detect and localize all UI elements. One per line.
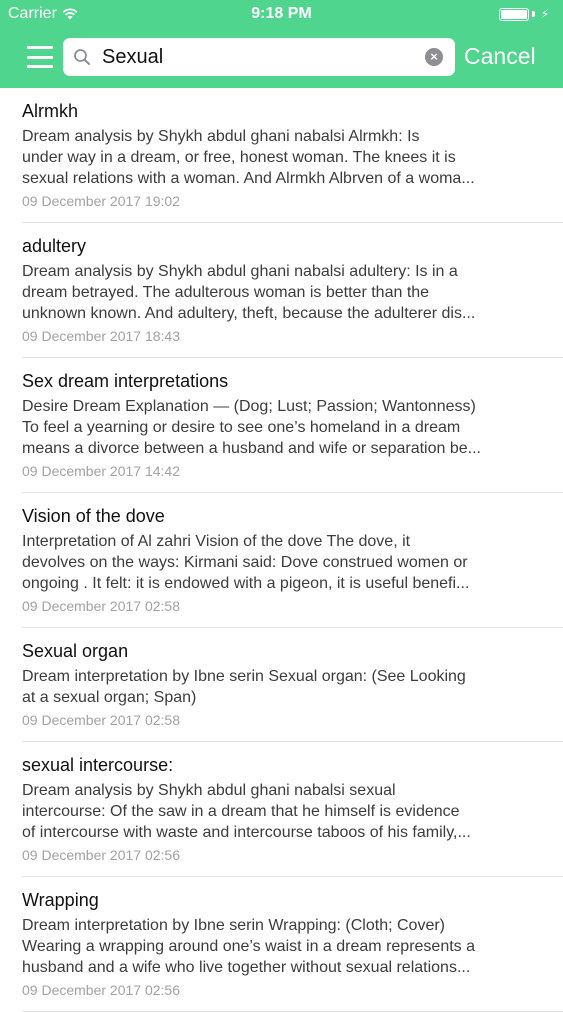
list-item[interactable]: Alrmkh Dream analysis by Shykh abdul ghan… [0,88,563,223]
item-date: 09 December 2017 19:02 [22,193,180,209]
charging-bolt-icon: ⚡ [540,7,549,21]
snippet-line: Wearing a wrapping around one’s waist in… [22,938,475,955]
snippet-line: To feel a yearning or desire to see one’… [22,419,461,436]
item-snippet: Interpretation of Al zahri Vision of the… [22,531,563,594]
snippet-line: unknown known. And adultery, theft, beca… [22,305,476,322]
cancel-button[interactable]: Cancel [464,43,536,70]
snippet-line: means a divorce between a husband and wi… [22,440,481,457]
list-item-content: Alrmkh Dream analysis by Shykh abdul ghan… [22,88,563,223]
snippet-line: Dream analysis by Shykh abdul ghani naba… [22,782,396,799]
snippet-line: Dream analysis by Shykh abdul ghani naba… [22,128,420,145]
snippet-line: dream betrayed. The adulterous woman is … [22,284,430,301]
item-date: 09 December 2017 02:58 [22,712,180,728]
battery-fill [500,9,527,19]
item-title: Wrapping [22,890,99,910]
hamburger-menu-icon[interactable] [27,46,53,68]
item-snippet: Dream analysis by Shykh abdul ghani naba… [22,261,563,324]
battery-icon [498,7,529,21]
snippet-line: Dream analysis by Shykh abdul ghani naba… [22,263,458,280]
list-item-content: Sex dream interpretations Desire Dream Ex… [22,358,563,493]
snippet-line: sexual relations with a woman. And Alrmk… [22,170,475,187]
list-item-content: adultery Dream analysis by Shykh abdul gh… [22,223,563,358]
snippet-line: under way in a dream, or free, honest wo… [22,149,456,166]
list-item[interactable]: Sex dream interpretations Desire Dream Ex… [0,358,563,493]
clear-search-icon[interactable]: × [425,48,443,66]
snippet-line: Dream interpretation by Ibne serin Wrapp… [22,917,445,934]
snippet-line: of intercourse with waste and intercours… [22,824,471,841]
search-input[interactable] [102,38,402,76]
results-list: Alrmkh Dream analysis by Shykh abdul ghan… [0,88,563,1012]
list-item[interactable]: Sexual organ Dream interpretation by Ibne… [0,628,563,742]
item-title: Sex dream interpretations [22,371,229,391]
item-snippet: Dream interpretation by Ibne serin Wrapp… [22,915,563,978]
item-title: Sexual organ [22,641,129,661]
search-icon [74,49,90,65]
item-title: sexual intercourse: [22,755,174,775]
item-title: adultery [22,236,87,256]
item-snippet: Dream analysis by Shykh abdul ghani naba… [22,126,563,189]
snippet-line: ongoing . It felt: it is endowed with a … [22,575,470,592]
item-title: Vision of the dove [22,506,165,526]
list-item[interactable]: adultery Dream analysis by Shykh abdul gh… [0,223,563,358]
list-item[interactable]: Wrapping Dream interpretation by Ibne ser… [0,877,563,1012]
item-date: 09 December 2017 18:43 [22,328,180,344]
header: Carrier 9:18 PM ⚡ × C [0,0,563,88]
snippet-line: at a sexual organ; Span) [22,689,197,706]
list-item-content: Vision of the dove Interpretation of Al z… [22,493,563,628]
item-date: 09 December 2017 02:56 [22,847,180,863]
snippet-line: husband and a wife who live together wit… [22,959,471,976]
list-item-content: sexual intercourse: Dream analysis by Shy… [22,742,563,877]
battery-indicator: ⚡ [498,7,549,21]
item-date: 09 December 2017 02:58 [22,598,180,614]
item-date: 09 December 2017 14:42 [22,463,180,479]
item-title: Alrmkh [22,101,79,121]
snippet-line: devolves on the ways: Kirmani said: Dove… [22,554,468,571]
item-date: 09 December 2017 02:56 [22,982,180,998]
snippet-line: intercourse: Of the saw in a dream that … [22,803,460,820]
list-item-content: Wrapping Dream interpretation by Ibne ser… [22,877,563,1012]
item-snippet: Dream analysis by Shykh abdul ghani naba… [22,780,563,843]
clock: 9:18 PM [251,5,312,22]
item-snippet: Dream interpretation by Ibne serin Sexua… [22,666,563,708]
status-bar: Carrier 9:18 PM ⚡ [0,0,563,30]
list-item[interactable]: sexual intercourse: Dream analysis by Shy… [0,742,563,877]
snippet-line: Desire Dream Explanation — (Dog; Lust; P… [22,398,476,415]
snippet-line: Interpretation of Al zahri Vision of the… [22,533,411,550]
search-field[interactable]: × [63,38,455,76]
snippet-line: Dream interpretation by Ibne serin Sexua… [22,668,466,685]
list-item-content: Sexual organ Dream interpretation by Ibne… [22,628,563,742]
list-item[interactable]: Vision of the dove Interpretation of Al z… [0,493,563,628]
item-snippet: Desire Dream Explanation — (Dog; Lust; P… [22,396,563,459]
search-bar: × Cancel [0,38,563,76]
